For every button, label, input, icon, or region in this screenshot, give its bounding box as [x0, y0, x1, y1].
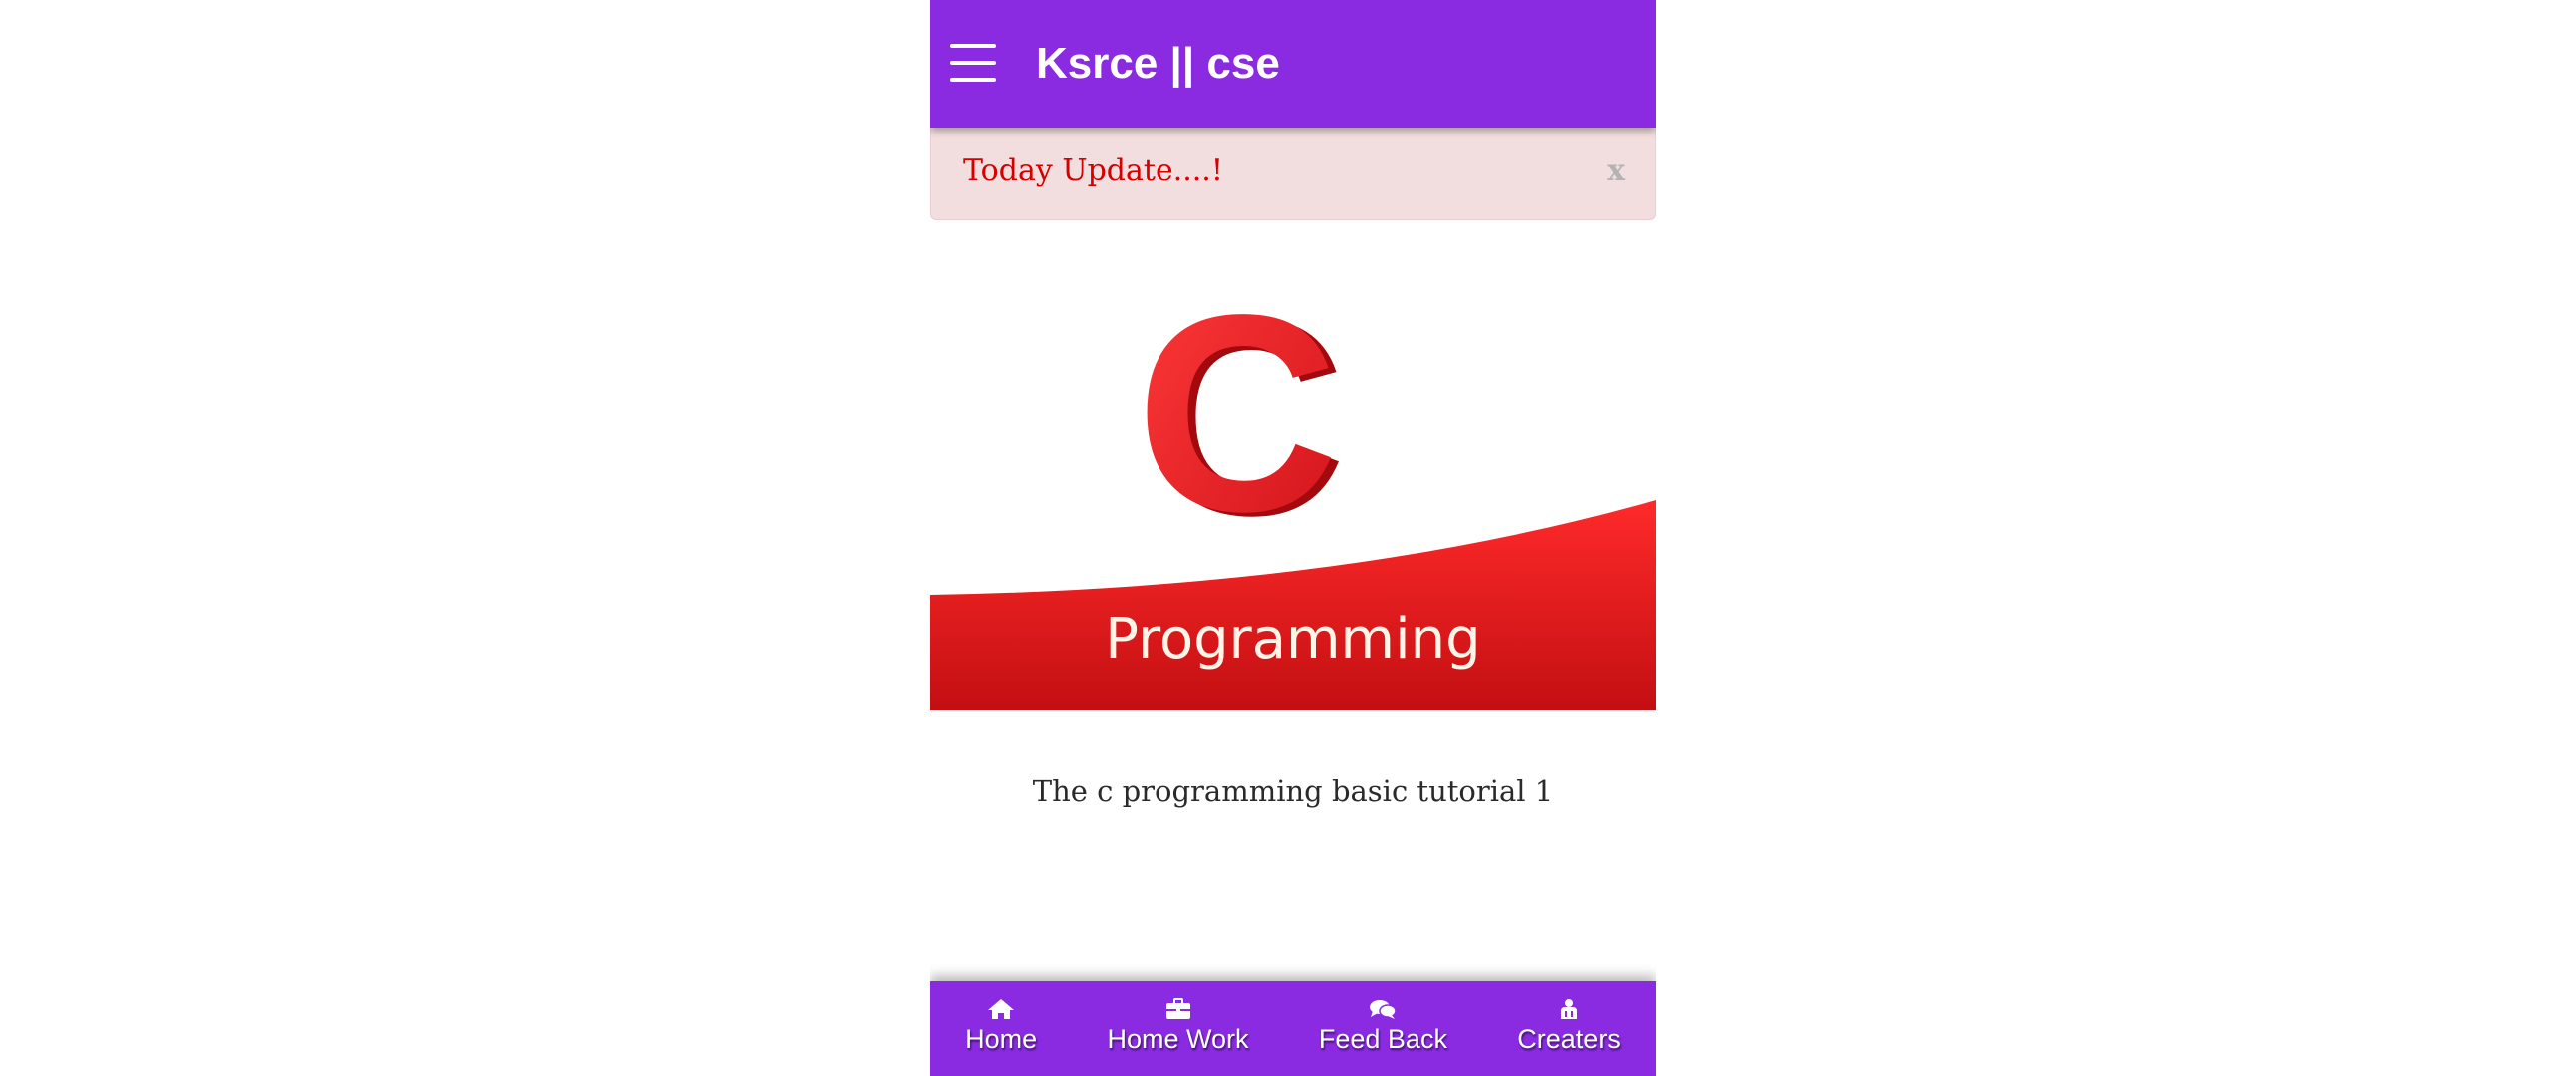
nav-home-label: Home — [965, 1024, 1038, 1054]
nav-feed-back-label: Feed Back — [1318, 1024, 1447, 1054]
logo-word: Programming — [1105, 607, 1480, 672]
users-icon — [1561, 999, 1578, 1019]
comments-icon — [1370, 1000, 1398, 1019]
alert-message: Today Update....! — [963, 153, 1223, 188]
bottom-nav: Home Home Work Feed Back Creaters — [930, 981, 1656, 1076]
briefcase-icon — [1165, 998, 1190, 1019]
nav-creaters[interactable]: Creaters — [1517, 997, 1621, 1055]
logo-letter-front: C — [1136, 299, 1339, 570]
nav-home-work-label: Home Work — [1107, 1024, 1249, 1054]
course-image[interactable]: C C Programming — [930, 299, 1656, 710]
app-header: Ksrce || cse — [930, 0, 1656, 128]
nav-feed-back[interactable]: Feed Back — [1319, 997, 1447, 1055]
alert-close-button[interactable]: x — [1607, 155, 1625, 187]
hamburger-menu-icon[interactable] — [950, 42, 998, 84]
app-container: Ksrce || cse Today Update....! x C C Pro… — [930, 0, 1656, 1076]
c-programming-logo: C C Programming — [930, 299, 1656, 710]
nav-home-work[interactable]: Home Work — [1108, 997, 1249, 1055]
nav-home[interactable]: Home — [965, 997, 1037, 1055]
course-caption[interactable]: The c programming basic tutorial 1 — [930, 771, 1656, 811]
home-icon — [988, 999, 1015, 1019]
app-title: Ksrce || cse — [1036, 39, 1280, 88]
update-alert: Today Update....! x — [930, 128, 1656, 220]
nav-creaters-label: Creaters — [1517, 1024, 1621, 1054]
